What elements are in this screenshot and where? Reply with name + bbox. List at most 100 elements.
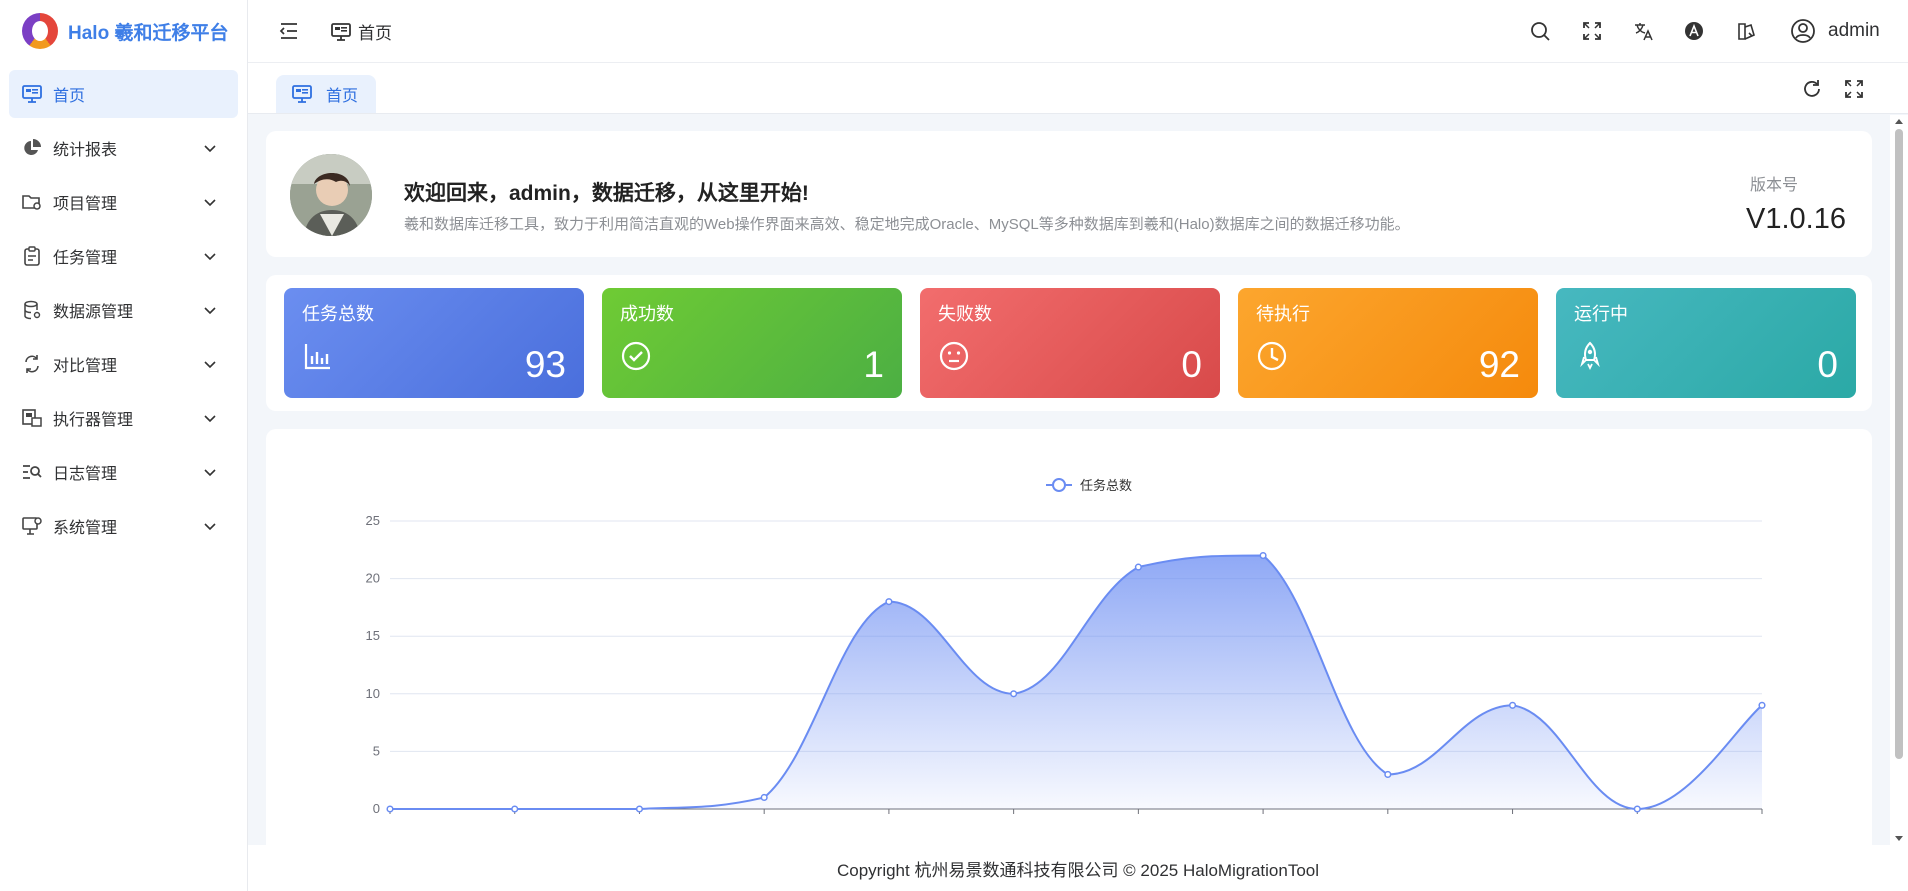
translate-icon[interactable]: [1632, 19, 1656, 43]
sidebar-item-datasources[interactable]: 数据源管理: [9, 286, 238, 334]
stat-label: 任务总数: [302, 304, 374, 324]
series-area: [390, 555, 1762, 809]
data-point: [511, 805, 519, 813]
scrollbar-thumb[interactable]: [1895, 129, 1903, 759]
stat-label: 成功数: [620, 304, 674, 324]
rocket-icon: [1580, 341, 1600, 371]
data-point: [760, 793, 768, 802]
avatar: [290, 154, 372, 236]
version-value: V1.0.16: [1746, 203, 1846, 235]
y-tick-label: 5: [373, 743, 380, 758]
sidebar-item-tasks[interactable]: 任务管理: [9, 232, 238, 280]
app-title: Halo 羲和迁移平台: [68, 22, 229, 44]
pie-chart-icon: [21, 137, 43, 159]
tab-home[interactable]: 首页: [276, 75, 376, 113]
stat-value: 0: [1817, 344, 1838, 385]
y-tick-label: 0: [373, 801, 380, 816]
y-tick-label: 15: [366, 628, 380, 643]
data-point: [1259, 552, 1267, 560]
stat-pending[interactable]: 待执行 92: [1238, 288, 1538, 398]
data-point: [1134, 563, 1142, 571]
bar-chart-icon: [304, 344, 330, 370]
tab-label: 首页: [326, 88, 359, 105]
stat-total-tasks[interactable]: 任务总数 93: [284, 288, 584, 398]
sidebar-item-compare[interactable]: 对比管理: [9, 340, 238, 388]
app-logo[interactable]: Halo 羲和迁移平台: [0, 0, 247, 62]
sidebar-item-label: 首页: [53, 88, 86, 105]
folder-settings-icon: [21, 191, 43, 213]
tab-bar: 首页: [248, 63, 1908, 114]
chevron-down-icon: [204, 469, 216, 477]
search-icon[interactable]: [1528, 19, 1552, 43]
stat-label: 运行中: [1574, 304, 1628, 324]
database-icon: [21, 299, 43, 321]
stats-panel: 任务总数 93 成功数 1 失败数 0 待执行 92 运行中 0: [266, 275, 1872, 411]
executor-icon: [21, 407, 43, 429]
sidebar-item-label: 执行器管理: [53, 412, 134, 429]
welcome-subtitle: 羲和数据库迁移工具，致力于利用简洁直观的Web操作界面来高效、稳定地完成Orac…: [404, 216, 1410, 233]
y-tick-label: 10: [366, 686, 380, 701]
logo-icon: [22, 13, 58, 49]
footer: Copyright 杭州易景数通科技有限公司 © 2025 HaloMigrat…: [248, 845, 1908, 891]
legend-label: 任务总数: [1080, 478, 1132, 493]
sidebar-item-label: 对比管理: [53, 358, 118, 375]
chevron-down-icon: [204, 361, 216, 369]
stat-value: 92: [1478, 344, 1520, 385]
user-avatar-icon: [1791, 19, 1815, 43]
stat-value: 1: [863, 344, 884, 385]
clock-icon: [1257, 341, 1287, 371]
chevron-down-icon: [204, 253, 216, 261]
sidebar-item-reports[interactable]: 统计报表: [9, 124, 238, 172]
scroll-up-arrow-icon[interactable]: [1894, 117, 1904, 127]
refresh-icon[interactable]: [1800, 77, 1824, 101]
monitor-icon: [292, 85, 312, 103]
sidebar-item-label: 统计报表: [53, 142, 118, 159]
sidebar-item-home[interactable]: 首页: [9, 70, 238, 118]
stat-label: 失败数: [938, 304, 992, 324]
fullscreen-content-icon[interactable]: [1842, 77, 1866, 101]
copyright-text: Copyright 杭州易景数通科技有限公司 © 2025 HaloMigrat…: [836, 860, 1320, 880]
sidebar-item-system[interactable]: 系统管理: [9, 502, 238, 550]
user-menu[interactable]: admin: [1790, 18, 1880, 44]
fullscreen-icon[interactable]: [1580, 19, 1604, 43]
sidebar-item-logs[interactable]: 日志管理: [9, 448, 238, 496]
scroll-down-arrow-icon[interactable]: [1894, 833, 1904, 843]
sidebar-item-label: 项目管理: [53, 196, 118, 213]
log-search-icon: [21, 461, 43, 483]
welcome-card: 欢迎回来，admin，数据迁移，从这里开始! 羲和数据库迁移工具，致力于利用简洁…: [266, 131, 1872, 257]
font-size-icon[interactable]: [1682, 19, 1706, 43]
sidebar-item-executors[interactable]: 执行器管理: [9, 394, 238, 442]
sidebar-item-label: 日志管理: [53, 466, 118, 483]
data-point: [635, 805, 644, 813]
legend-marker: [1052, 478, 1066, 492]
content-scrollbar[interactable]: [1890, 115, 1908, 845]
monitor-icon: [331, 22, 351, 41]
stat-success[interactable]: 成功数 1: [602, 288, 902, 398]
user-name: admin: [1828, 20, 1880, 41]
sidebar: Halo 羲和迁移平台 首页 统计报表 项目管理 任务管理 数据源管理 对比管理…: [0, 0, 248, 891]
data-point: [885, 598, 893, 606]
welcome-title: 欢迎回来，admin，数据迁移，从这里开始!: [404, 182, 809, 205]
monitor-icon: [21, 83, 43, 105]
stat-label: 待执行: [1256, 304, 1310, 324]
breadcrumb[interactable]: 首页: [330, 19, 392, 44]
data-point: [1758, 701, 1766, 709]
breadcrumb-current: 首页: [358, 24, 392, 43]
task-area-chart: 0 5 10 15 20 25 任务总数: [366, 478, 1766, 816]
chevron-down-icon: [204, 523, 216, 531]
check-circle-icon: [621, 341, 651, 371]
sidebar-item-label: 任务管理: [53, 250, 118, 267]
chevron-down-icon: [204, 415, 216, 423]
chevron-down-icon: [204, 145, 216, 153]
chevron-down-icon: [204, 199, 216, 207]
data-point: [1508, 701, 1517, 709]
theme-icon[interactable]: [1734, 19, 1758, 43]
menu-collapse-icon[interactable]: [278, 20, 300, 42]
sidebar-item-label: 系统管理: [53, 520, 118, 537]
stat-running[interactable]: 运行中 0: [1556, 288, 1856, 398]
stat-failed[interactable]: 失败数 0: [920, 288, 1220, 398]
data-point: [1384, 770, 1392, 778]
sidebar-menu: 首页 统计报表 项目管理 任务管理 数据源管理 对比管理 执行器管理 日志管理 …: [0, 62, 247, 550]
sidebar-item-projects[interactable]: 项目管理: [9, 178, 238, 226]
y-tick-label: 20: [366, 571, 380, 586]
